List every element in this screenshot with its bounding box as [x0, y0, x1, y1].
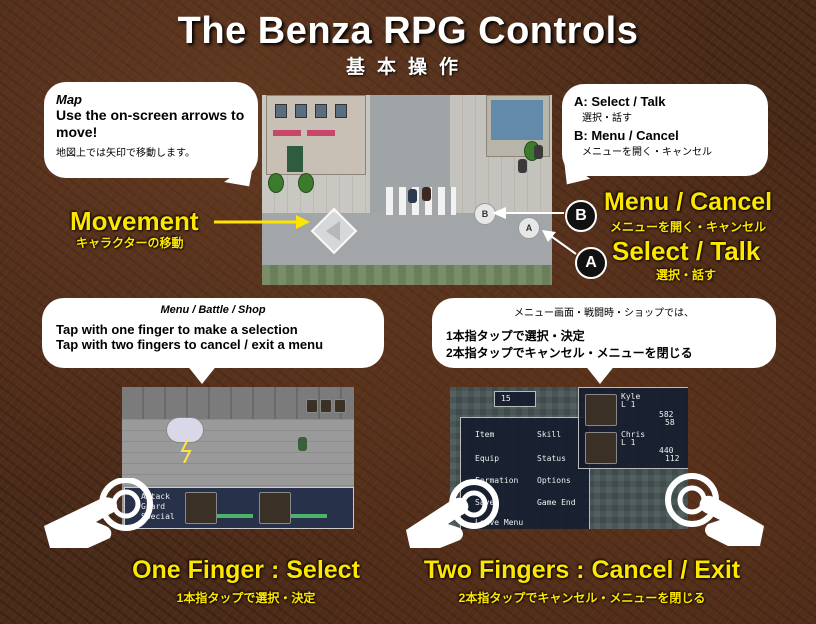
- menu-item-options[interactable]: Options: [537, 476, 571, 485]
- b-button-help: B: Menu / Cancel: [574, 128, 679, 143]
- character-mp: 112: [665, 454, 680, 463]
- gold-value: 15: [501, 394, 511, 403]
- gesture-hand-icon: [406, 479, 499, 548]
- hp-bar: [217, 514, 253, 518]
- two-fingers-label: Two Fingers : Cancel / Exit: [423, 556, 741, 584]
- lightning-icon: [180, 439, 192, 463]
- arrow-dpad-icon[interactable]: [306, 207, 362, 255]
- one-finger-label: One Finger : Select: [132, 556, 360, 584]
- menu-item-game-end[interactable]: Game End: [537, 498, 576, 507]
- tree: [268, 173, 284, 193]
- select-talk-label-jp: 選択・話す: [656, 268, 717, 282]
- right-bubble-tail: [584, 364, 616, 384]
- right-bubble-line1: 1本指タップで選択・決定: [446, 329, 585, 343]
- movement-label: Movement: [70, 206, 199, 236]
- menu-item-equip[interactable]: Equip: [475, 454, 499, 463]
- character-portrait: [585, 394, 617, 426]
- menu-item-skill[interactable]: Skill: [537, 430, 561, 439]
- select-talk-arrow: [542, 230, 577, 255]
- character-mp: 58: [665, 418, 675, 427]
- two-finger-bubble: メニュー画面・戦闘時・ショップでは、 1本指タップで選択・決定 2本指タップでキ…: [432, 298, 776, 368]
- left-bubble-heading: Menu / Battle / Shop: [160, 304, 266, 316]
- menu-cancel-label: Menu / Cancel: [604, 188, 773, 216]
- ground: [262, 265, 552, 285]
- turn-order-icon: [334, 399, 346, 413]
- party-portrait: [259, 492, 291, 524]
- map-screenshot: B A: [262, 95, 552, 285]
- one-finger-label-jp: 1本指タップで選択・決定: [176, 591, 316, 605]
- npc: [534, 145, 543, 159]
- map-instruction: Use the on-screen arrows to move!: [56, 107, 245, 140]
- party-member-sprite: [298, 437, 307, 451]
- select-talk-label: Select / Talk: [612, 236, 761, 266]
- right-bubble-heading: メニュー画面・戦闘時・ショップでは、: [514, 308, 694, 319]
- left-bubble-tail: [186, 364, 218, 384]
- character-portrait: [585, 432, 617, 464]
- tree: [298, 173, 314, 193]
- page-subtitle: 基本操作: [345, 57, 470, 78]
- map-help-bubble: Map Use the on-screen arrows to move! 地図…: [44, 82, 258, 178]
- crosswalk: [386, 187, 456, 215]
- tap-ring-icon: [665, 473, 764, 546]
- menu-item-item[interactable]: Item: [475, 430, 494, 439]
- movement-arrow: [214, 215, 310, 229]
- party-portrait: [185, 492, 217, 524]
- menu-cancel-label-jp: メニューを開く・キャンセル: [610, 220, 767, 234]
- one-finger-bubble: Menu / Battle / Shop Tap with one finger…: [42, 298, 384, 368]
- character-level: L 1: [621, 438, 636, 447]
- party-status-window: Kyle L 1 582 58 Chris L 1 440 112: [578, 387, 688, 469]
- page-title: The Benza RPG Controls: [177, 10, 639, 52]
- npc: [422, 187, 431, 201]
- gold-window: 15: [494, 391, 536, 407]
- menu-item-status[interactable]: Status: [537, 454, 566, 463]
- gesture-hand-icon: [44, 478, 153, 548]
- left-bubble-line2: Tap with two fingers to cancel / exit a …: [56, 337, 324, 352]
- character-level: L 1: [621, 400, 636, 409]
- hp-bar: [291, 514, 327, 518]
- npc: [518, 159, 527, 173]
- npc: [408, 189, 417, 203]
- b-button-help-jp: メニューを開く・キャンセル: [582, 147, 712, 158]
- right-bubble-line2: 2本指タップでキャンセル・メニューを閉じる: [446, 346, 693, 360]
- map-heading: Map: [56, 92, 82, 107]
- a-button-icon: A: [575, 247, 607, 279]
- left-bubble-line1: Tap with one finger to make a selection: [56, 322, 298, 337]
- map-a-button[interactable]: A: [518, 217, 540, 239]
- menu-cancel-arrow: [492, 207, 564, 219]
- a-button-help: A: Select / Talk: [574, 94, 666, 109]
- turn-order-icon: [320, 399, 332, 413]
- movement-label-jp: キャラクターの移動: [76, 236, 184, 250]
- buttons-help-bubble: A: Select / Talk 選択・話す B: Menu / Cancel …: [562, 84, 768, 176]
- turn-order-icon: [306, 399, 318, 413]
- map-instruction-jp: 地図上では矢印で移動します。: [56, 148, 195, 159]
- a-button-help-jp: 選択・話す: [582, 113, 632, 124]
- building: [266, 95, 366, 175]
- two-fingers-label-jp: 2本指タップでキャンセル・メニューを閉じる: [458, 591, 706, 605]
